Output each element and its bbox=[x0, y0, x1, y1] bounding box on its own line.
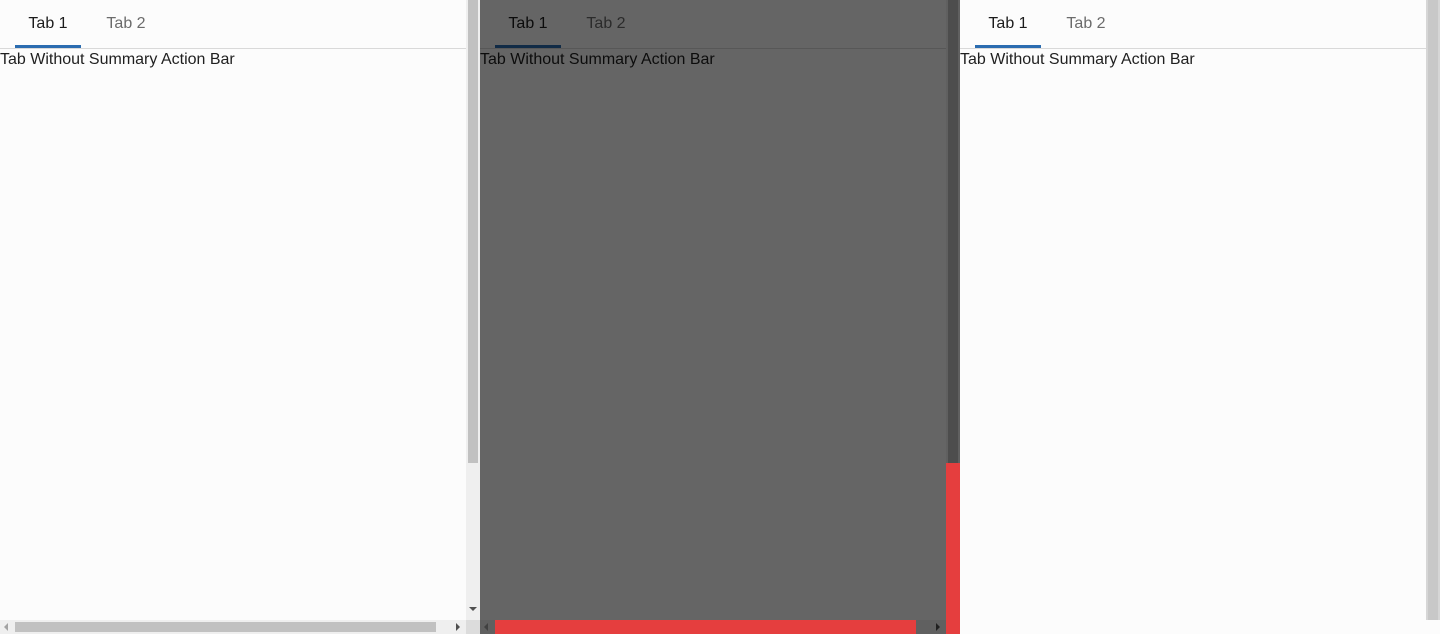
tab-2[interactable]: Tab 2 bbox=[91, 0, 161, 48]
scroll-left-arrow-icon[interactable] bbox=[484, 623, 488, 631]
tab-bar: Tab 1 Tab 2 bbox=[960, 0, 1426, 49]
tab-bar: Tab 1 Tab 2 bbox=[480, 0, 946, 49]
panel-viewport: Tab 1 Tab 2 Tab Without Summary Action B… bbox=[480, 0, 946, 620]
vertical-scrollbar-thumb[interactable] bbox=[468, 0, 478, 463]
active-tab-indicator bbox=[975, 45, 1041, 48]
highlighted-horizontal-scrollbar-thumb bbox=[495, 620, 916, 634]
active-tab-indicator bbox=[495, 45, 561, 48]
horizontal-scrollbar[interactable] bbox=[0, 620, 466, 634]
tab-content-text: Tab Without Summary Action Bar bbox=[960, 51, 1195, 68]
horizontal-scrollbar-thumb[interactable] bbox=[15, 622, 436, 632]
panel-viewport: Tab 1 Tab 2 Tab Without Summary Action B… bbox=[960, 0, 1426, 620]
tab-1[interactable]: Tab 1 bbox=[975, 0, 1041, 48]
tab-content-text: Tab Without Summary Action Bar bbox=[480, 51, 715, 68]
tab-2[interactable]: Tab 2 bbox=[571, 0, 641, 48]
preview-panel-3: Tab 1 Tab 2 Tab Without Summary Action B… bbox=[960, 0, 1440, 634]
tab-bar: Tab 1 Tab 2 bbox=[0, 0, 466, 49]
tab-content-text: Tab Without Summary Action Bar bbox=[0, 51, 235, 68]
scroll-left-arrow-icon[interactable] bbox=[4, 623, 8, 631]
tab-1[interactable]: Tab 1 bbox=[495, 0, 561, 48]
highlighted-scrollbar-corner bbox=[946, 620, 960, 634]
vertical-scrollbar[interactable] bbox=[466, 0, 480, 620]
scroll-right-arrow-icon[interactable] bbox=[936, 623, 940, 631]
preview-panel-2: Tab 1 Tab 2 Tab Without Summary Action B… bbox=[480, 0, 960, 634]
vertical-scrollbar[interactable] bbox=[1426, 0, 1440, 620]
scroll-right-arrow-icon[interactable] bbox=[456, 623, 460, 631]
highlighted-vertical-scrollbar-thumb bbox=[946, 463, 960, 620]
vertical-scrollbar-thumb[interactable] bbox=[948, 0, 958, 463]
tab-1[interactable]: Tab 1 bbox=[15, 0, 81, 48]
scrollbar-corner bbox=[466, 620, 480, 634]
vertical-scrollbar-thumb[interactable] bbox=[1428, 0, 1438, 620]
active-tab-indicator bbox=[15, 45, 81, 48]
scroll-down-arrow-icon[interactable] bbox=[469, 607, 477, 611]
preview-panel-1: Tab 1 Tab 2 Tab Without Summary Action B… bbox=[0, 0, 480, 634]
tab-2[interactable]: Tab 2 bbox=[1051, 0, 1121, 48]
panel-viewport: Tab 1 Tab 2 Tab Without Summary Action B… bbox=[0, 0, 466, 620]
